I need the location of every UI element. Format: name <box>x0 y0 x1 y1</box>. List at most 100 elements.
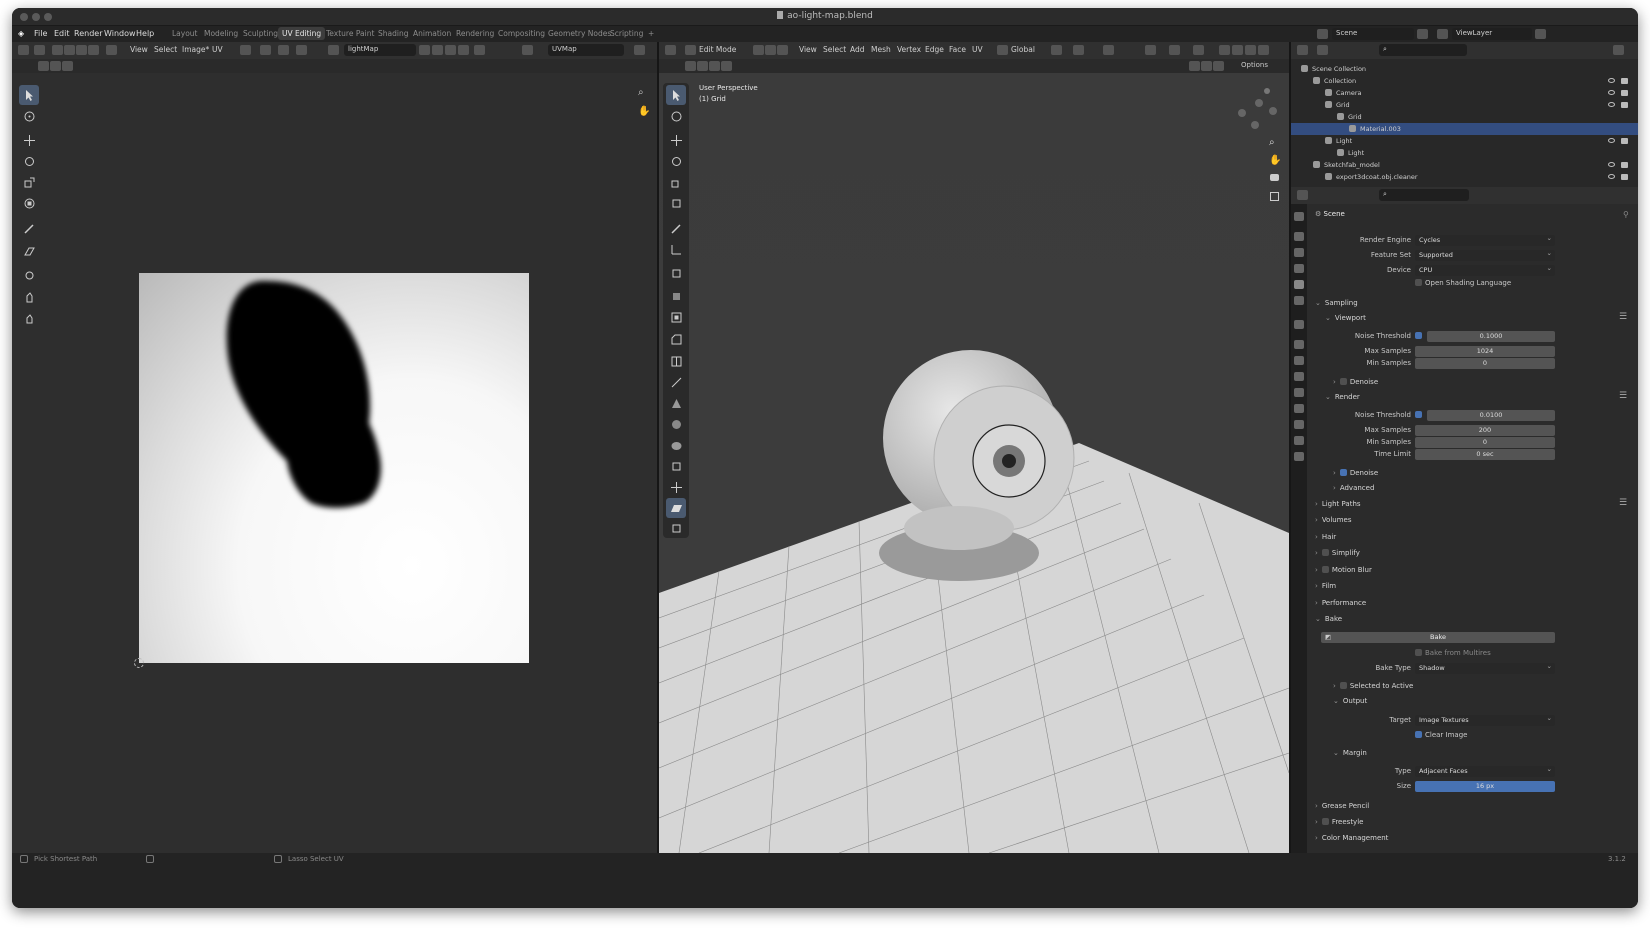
bevel-tool[interactable] <box>666 329 686 349</box>
r-noise-checkbox[interactable] <box>1415 411 1422 418</box>
poly-build-tool[interactable] <box>666 393 686 413</box>
inset-tool[interactable] <box>666 307 686 327</box>
uv-menu-view[interactable]: View <box>130 45 148 54</box>
render-presets-icon[interactable]: ☰ <box>1619 391 1627 401</box>
vp-max-field[interactable]: 1024 <box>1415 346 1555 357</box>
properties-search-input[interactable]: ⌕ <box>1379 189 1469 201</box>
texture-tab-icon[interactable] <box>1294 452 1304 461</box>
outliner-row[interactable]: Collection <box>1291 75 1638 87</box>
world-tab-icon[interactable] <box>1294 296 1304 305</box>
vp-menu-view[interactable]: View <box>799 45 817 54</box>
extrude-tool[interactable] <box>666 285 686 305</box>
scale-tool[interactable] <box>19 172 39 192</box>
unlink-image-icon[interactable] <box>458 45 469 55</box>
tab-sculpting[interactable]: Sculpting <box>243 29 278 38</box>
image-browse-icon[interactable] <box>328 45 339 55</box>
freestyle-checkbox[interactable] <box>1321 818 1329 825</box>
vp-noise-field[interactable]: 0.1000 <box>1427 331 1555 342</box>
edge-slide-tool[interactable] <box>666 456 686 476</box>
vertex-select-icon[interactable] <box>52 45 63 55</box>
camera-view-icon[interactable] <box>1270 174 1279 181</box>
vp-select-extend-icon[interactable] <box>697 61 708 71</box>
r-min-field[interactable]: 0 <box>1415 437 1555 448</box>
output-tab-icon[interactable] <box>1294 248 1304 257</box>
tab-scripting[interactable]: Scripting <box>610 29 643 38</box>
outliner-row[interactable]: Light <box>1291 147 1638 159</box>
view-layer-tab-icon[interactable] <box>1294 264 1304 273</box>
target-dropdown[interactable]: Image Textures <box>1415 713 1555 726</box>
render-camera-icon[interactable] <box>1621 90 1628 96</box>
snap-target-icon[interactable] <box>278 45 289 55</box>
move-tool[interactable] <box>19 130 39 150</box>
new-image-icon[interactable] <box>432 45 443 55</box>
filter-icon[interactable] <box>1613 45 1624 55</box>
relax-tool[interactable] <box>19 287 39 307</box>
particles-tab-icon[interactable] <box>1294 372 1304 381</box>
tab-shading[interactable]: Shading <box>378 29 408 38</box>
color-management-panel[interactable]: › Color Management <box>1315 834 1388 842</box>
face-mode-icon[interactable] <box>777 45 788 55</box>
sync-selection-icon[interactable] <box>34 45 45 55</box>
render-engine-dropdown[interactable]: Cycles <box>1415 233 1555 246</box>
transform-orientation-icon[interactable] <box>997 45 1008 55</box>
mirror-y-icon[interactable] <box>1201 61 1212 71</box>
tab-layout[interactable]: Layout <box>172 29 198 38</box>
visibility-eye-icon[interactable] <box>1608 102 1615 107</box>
pan-hand-icon[interactable]: ✋ <box>638 106 650 117</box>
scene-new-icon[interactable] <box>1417 29 1428 39</box>
sticky-select-icon[interactable] <box>106 45 117 55</box>
material-shading-icon[interactable] <box>1245 45 1256 55</box>
face-select-icon[interactable] <box>76 45 87 55</box>
pin-properties-icon[interactable]: ⚲ <box>1623 210 1629 219</box>
solid-shading-icon[interactable] <box>1232 45 1243 55</box>
overlay-icon[interactable] <box>634 45 645 55</box>
edge-select-icon[interactable] <box>64 45 75 55</box>
constraints-tab-icon[interactable] <box>1294 404 1304 413</box>
edge-mode-icon[interactable] <box>765 45 776 55</box>
viewport-subpanel-header[interactable]: ⌄ Viewport <box>1325 314 1366 322</box>
uv-select-extend-icon[interactable] <box>50 61 61 71</box>
modifier-tab-icon[interactable] <box>1294 356 1304 365</box>
measure-tool[interactable] <box>666 239 686 259</box>
bake-type-dropdown[interactable]: Shadow <box>1415 661 1555 674</box>
rotate-tool[interactable] <box>19 151 39 171</box>
uvmap-field[interactable]: UVMap <box>548 44 624 56</box>
zoom-icon[interactable]: ⌕ <box>638 87 644 98</box>
simplify-checkbox[interactable] <box>1321 549 1329 556</box>
r-max-field[interactable]: 200 <box>1415 425 1555 436</box>
add-workspace-button[interactable]: + <box>648 29 654 38</box>
simplify-panel[interactable]: › Simplify <box>1315 549 1360 557</box>
select-box-tool[interactable] <box>19 85 39 105</box>
light-paths-panel[interactable]: › Light Paths <box>1315 500 1361 508</box>
vp-scale-tool[interactable] <box>666 172 686 192</box>
shrink-fatten-tool[interactable] <box>666 477 686 497</box>
annotate-tool[interactable] <box>19 218 39 238</box>
object-tab-icon[interactable] <box>1294 340 1304 349</box>
outliner-row[interactable]: Grid <box>1291 111 1638 123</box>
open-image-icon[interactable] <box>445 45 456 55</box>
margin-size-field[interactable]: 16 px <box>1415 781 1555 792</box>
margin-type-dropdown[interactable]: Adjacent Faces <box>1415 764 1555 777</box>
vp-annotate-tool[interactable] <box>666 218 686 238</box>
scene-selector[interactable]: Scene <box>1332 28 1414 40</box>
snap-icon[interactable] <box>260 45 271 55</box>
vp-cursor-tool[interactable] <box>666 106 686 126</box>
render-subpanel-header[interactable]: ⌄ Render <box>1325 393 1360 401</box>
scene-icon[interactable] <box>1317 29 1328 39</box>
visibility-eye-icon[interactable] <box>1608 78 1615 83</box>
menu-file[interactable]: File <box>34 29 47 38</box>
vp-select-new-icon[interactable] <box>685 61 696 71</box>
rip-tool[interactable] <box>19 241 39 261</box>
vp-menu-add[interactable]: Add <box>850 45 865 54</box>
grab-tool[interactable] <box>19 265 39 285</box>
vp-menu-select[interactable]: Select <box>823 45 846 54</box>
transform-tool[interactable] <box>19 193 39 213</box>
motion-blur-panel[interactable]: › Motion Blur <box>1315 566 1372 574</box>
uv-select-mode-icon[interactable] <box>38 61 49 71</box>
smooth-tool[interactable] <box>666 435 686 455</box>
presets-icon[interactable]: ☰ <box>1619 312 1627 322</box>
mode-icon[interactable] <box>685 45 696 55</box>
mode-selector[interactable]: Edit Mode <box>699 45 736 54</box>
add-cube-tool[interactable] <box>666 263 686 283</box>
pivot-point-icon[interactable] <box>1051 45 1062 55</box>
